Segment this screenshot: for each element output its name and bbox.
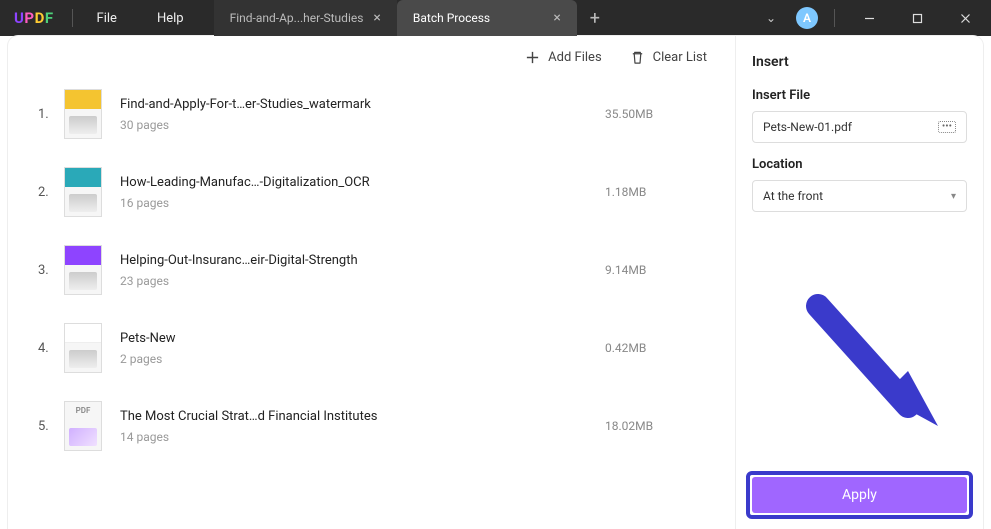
file-name: How-Leading-Manufac…-Digitalization_OCR (120, 175, 605, 190)
separator (72, 9, 73, 27)
file-thumbnail (64, 167, 102, 217)
file-list: 1. Find-and-Apply-For-t…er-Studies_waterm… (8, 75, 735, 465)
tab-label: Find-and-Ap...her-Studies (230, 11, 364, 25)
file-size: 18.02MB (605, 419, 715, 433)
file-size: 9.14MB (605, 263, 715, 277)
file-list-panel: Add Files Clear List 1. Find-and-Apply-Fo… (8, 36, 735, 529)
insert-file-value: Pets-New-01.pdf (763, 120, 852, 134)
trash-icon (630, 50, 645, 65)
file-meta: How-Leading-Manufac…-Digitalization_OCR 1… (120, 175, 605, 210)
file-thumbnail (64, 323, 102, 373)
close-icon[interactable]: × (373, 10, 380, 26)
location-select[interactable]: At the front ▾ (752, 180, 967, 212)
file-meta: Helping-Out-Insuranc…eir-Digital-Strengt… (120, 253, 605, 288)
add-files-button[interactable]: Add Files (525, 50, 601, 65)
location-value: At the front (763, 189, 823, 203)
file-pages: 23 pages (120, 274, 605, 288)
plus-icon (525, 50, 540, 65)
apply-button[interactable]: Apply (752, 477, 967, 513)
browse-icon[interactable]: ••• (938, 121, 956, 133)
row-index: 5. (38, 419, 64, 434)
chevron-down-icon: ▾ (951, 191, 956, 202)
file-thumbnail (64, 245, 102, 295)
insert-file-label: Insert File (752, 88, 967, 103)
app-logo: UPDF (0, 9, 68, 27)
menu-file[interactable]: File (77, 11, 137, 26)
apply-button-highlight: Apply (746, 471, 973, 519)
file-pages: 16 pages (120, 196, 605, 210)
menu-help[interactable]: Help (137, 11, 204, 26)
file-size: 1.18MB (605, 185, 715, 199)
file-row[interactable]: 1. Find-and-Apply-For-t…er-Studies_waterm… (38, 75, 715, 153)
new-tab-button[interactable]: + (577, 0, 613, 36)
clear-list-button[interactable]: Clear List (630, 50, 707, 65)
file-pages: 2 pages (120, 352, 605, 366)
titlebar: UPDF File Help Find-and-Ap...her-Studies… (0, 0, 991, 36)
annotation-arrow (798, 286, 958, 446)
content-area: Add Files Clear List 1. Find-and-Apply-Fo… (8, 36, 983, 529)
close-icon[interactable]: × (553, 10, 560, 26)
file-name: Helping-Out-Insuranc…eir-Digital-Strengt… (120, 253, 605, 268)
list-toolbar: Add Files Clear List (8, 36, 735, 75)
chevron-down-icon[interactable]: ⌄ (758, 11, 784, 25)
tab-bar: Find-and-Ap...her-Studies × Batch Proces… (214, 0, 613, 36)
file-name: Pets-New (120, 331, 605, 346)
file-row[interactable]: 2. How-Leading-Manufac…-Digitalization_OC… (38, 153, 715, 231)
file-row[interactable]: 4. Pets-New 2 pages0.42MB (38, 309, 715, 387)
file-meta: The Most Crucial Strat…d Financial Insti… (120, 409, 605, 444)
row-index: 1. (38, 107, 64, 122)
minimize-button[interactable] (851, 0, 887, 36)
file-name: Find-and-Apply-For-t…er-Studies_watermar… (120, 97, 605, 112)
file-thumbnail (64, 89, 102, 139)
file-thumbnail: PDF (64, 401, 102, 451)
close-button[interactable] (947, 0, 983, 36)
file-meta: Find-and-Apply-For-t…er-Studies_watermar… (120, 97, 605, 132)
user-avatar[interactable]: A (796, 7, 818, 29)
row-index: 2. (38, 185, 64, 200)
row-index: 4. (38, 341, 64, 356)
file-size: 0.42MB (605, 341, 715, 355)
tab-batch-process[interactable]: Batch Process × (397, 0, 577, 36)
location-label: Location (752, 157, 967, 172)
row-index: 3. (38, 263, 64, 278)
insert-panel: Insert Insert File Pets-New-01.pdf ••• L… (735, 36, 983, 529)
file-size: 35.50MB (605, 107, 715, 121)
file-name: The Most Crucial Strat…d Financial Insti… (120, 409, 605, 424)
tab-document[interactable]: Find-and-Ap...her-Studies × (214, 0, 397, 36)
clear-list-label: Clear List (653, 50, 707, 65)
separator (834, 9, 835, 27)
panel-title: Insert (752, 54, 967, 70)
file-row[interactable]: 3. Helping-Out-Insuranc…eir-Digital-Stren… (38, 231, 715, 309)
maximize-button[interactable] (899, 0, 935, 36)
insert-file-picker[interactable]: Pets-New-01.pdf ••• (752, 111, 967, 143)
file-row[interactable]: 5. PDF The Most Crucial Strat…d Financial … (38, 387, 715, 465)
tab-label: Batch Process (413, 11, 490, 25)
add-files-label: Add Files (548, 50, 601, 65)
file-meta: Pets-New 2 pages (120, 331, 605, 366)
file-pages: 14 pages (120, 430, 605, 444)
file-pages: 30 pages (120, 118, 605, 132)
pdf-badge: PDF (76, 406, 91, 415)
